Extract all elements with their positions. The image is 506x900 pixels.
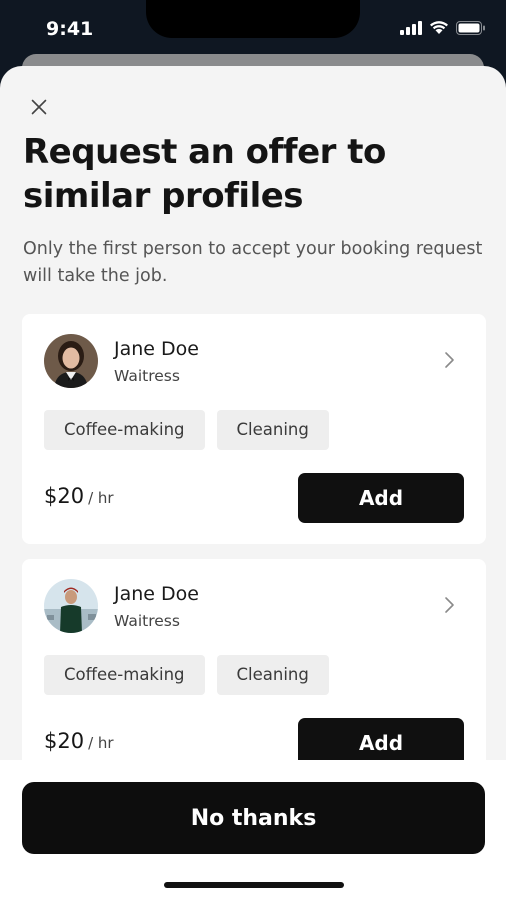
chevron-right-icon[interactable]: [442, 595, 458, 615]
skill-tag: Cleaning: [216, 410, 329, 450]
skill-tag: Coffee-making: [44, 410, 205, 450]
status-bar: 9:41: [0, 0, 506, 60]
rate-amount: $20: [44, 729, 85, 753]
rate-unit: / hr: [88, 734, 114, 752]
hourly-rate: $20/ hr: [44, 729, 114, 753]
page-title: Request an offer to similar profiles: [23, 132, 386, 216]
add-button[interactable]: Add: [298, 473, 464, 523]
device-notch: [146, 0, 360, 38]
worker-name: Jane Doe: [114, 583, 199, 605]
status-icons: [400, 20, 486, 35]
worker-role: Waitress: [114, 612, 180, 630]
rate-amount: $20: [44, 484, 85, 508]
skill-tag: Cleaning: [216, 655, 329, 695]
skill-tag: Coffee-making: [44, 655, 205, 695]
worker-card: Jane Doe Waitress Coffee-making Cleaning…: [22, 314, 486, 544]
hourly-rate: $20/ hr: [44, 484, 114, 508]
rate-unit: / hr: [88, 489, 114, 507]
skill-tags: Coffee-making Cleaning: [44, 655, 329, 695]
battery-icon: [456, 20, 485, 35]
signal-icon: [400, 20, 422, 35]
close-button[interactable]: [26, 94, 52, 120]
avatar[interactable]: [44, 579, 98, 633]
home-indicator[interactable]: [164, 882, 344, 888]
status-time: 9:41: [46, 18, 94, 40]
worker-card: Jane Doe Waitress Coffee-making Cleaning…: [22, 559, 486, 789]
skill-tags: Coffee-making Cleaning: [44, 410, 329, 450]
no-thanks-button[interactable]: No thanks: [22, 782, 485, 854]
avatar[interactable]: [44, 334, 98, 388]
worker-name: Jane Doe: [114, 338, 199, 360]
close-icon: [31, 99, 47, 115]
page-subtitle: Only the first person to accept your boo…: [23, 239, 483, 286]
chevron-right-icon[interactable]: [442, 350, 458, 370]
worker-role: Waitress: [114, 367, 180, 385]
wifi-icon: [430, 21, 448, 34]
bottom-action-bar: No thanks: [0, 760, 506, 900]
